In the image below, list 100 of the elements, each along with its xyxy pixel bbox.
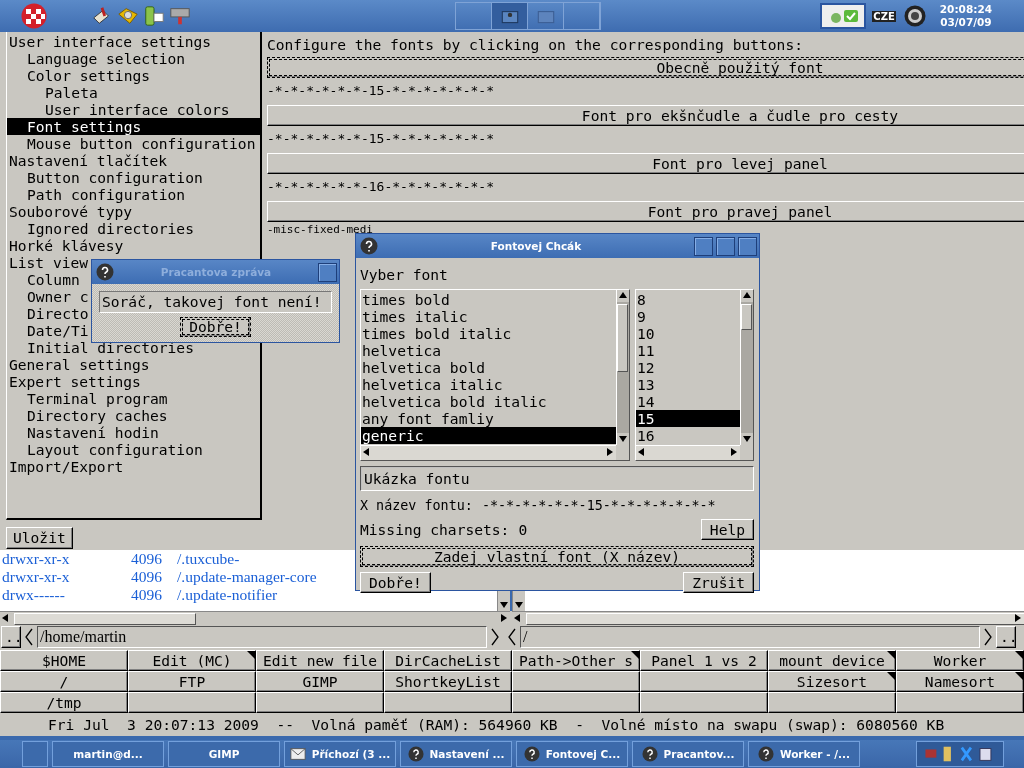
checkered-ball-icon[interactable] — [21, 3, 47, 29]
list-item[interactable]: 10 — [636, 325, 740, 342]
cancel-button[interactable]: Zrušit — [683, 572, 754, 593]
ok-button[interactable]: Dobře! — [180, 317, 251, 337]
command-button[interactable]: /tmp — [0, 692, 128, 713]
command-button[interactable]: Edit new file — [256, 650, 384, 671]
chevron-left-icon[interactable] — [507, 626, 517, 647]
command-button[interactable]: Worker — [896, 650, 1024, 671]
file-size[interactable]: 4096 — [131, 550, 177, 568]
vertical-scrollbar[interactable] — [740, 290, 753, 445]
list-item[interactable]: times italic — [361, 308, 616, 325]
tray-icons[interactable] — [916, 741, 1004, 767]
command-button[interactable]: Path->Other s — [512, 650, 640, 671]
save-button[interactable]: Uložit — [6, 527, 73, 549]
command-button[interactable] — [640, 692, 768, 713]
command-button[interactable]: ShortkeyList — [384, 671, 512, 692]
speaker-icon[interactable] — [903, 5, 926, 27]
custom-font-button[interactable]: Zadej vlastní font (X název) — [360, 546, 754, 567]
tree-item[interactable]: Path configuration — [7, 186, 260, 203]
file-name[interactable]: /.update-manager-core — [177, 568, 317, 586]
list-item[interactable]: 9 — [636, 308, 740, 325]
tree-item[interactable]: Mouse button configuration — [7, 135, 260, 152]
keyboard-layout[interactable]: CZE — [872, 10, 896, 22]
command-button[interactable]: / — [0, 671, 128, 692]
command-button[interactable]: FTP — [128, 671, 256, 692]
tree-item[interactable]: Layout configuration — [7, 441, 260, 458]
list-item[interactable]: 12 — [636, 359, 740, 376]
list-item[interactable]: 14 — [636, 393, 740, 410]
taskbar-button[interactable]: Worker - /... — [748, 741, 860, 767]
taskbar-button[interactable]: Příchozí (3 ... — [284, 741, 396, 767]
command-button[interactable]: Edit (MC) — [128, 650, 256, 671]
horizontal-scrollbar[interactable] — [512, 611, 1024, 624]
font-button[interactable]: Obecně použitý font — [267, 57, 1024, 78]
tree-item[interactable]: Terminal program — [7, 390, 260, 407]
command-button[interactable] — [128, 692, 256, 713]
command-button[interactable]: $HOME — [0, 650, 128, 671]
list-item[interactable]: times bold italic — [361, 325, 616, 342]
list-item[interactable]: generic — [361, 427, 616, 444]
file-permissions[interactable]: drwxr-xr-x — [0, 550, 131, 568]
taskbar-button[interactable]: GIMP — [168, 741, 280, 767]
tree-item[interactable]: Paleta — [7, 84, 260, 101]
help-button[interactable]: Help — [700, 519, 754, 540]
chevron-right-icon[interactable] — [983, 626, 993, 647]
list-item[interactable]: any font famliy — [361, 410, 616, 427]
list-item[interactable]: 8 — [636, 291, 740, 308]
list-item[interactable]: 13 — [636, 376, 740, 393]
command-button[interactable] — [640, 671, 768, 692]
command-button[interactable]: mount device — [768, 650, 896, 671]
file-permissions[interactable]: drwx------ — [0, 586, 131, 604]
phone-mail-icon[interactable] — [143, 5, 165, 27]
file-size[interactable]: 4096 — [131, 568, 177, 586]
ok-button[interactable]: Dobře! — [360, 572, 431, 593]
font-button[interactable]: Font pro levej panel — [267, 153, 1024, 174]
command-button[interactable]: Sizesort — [768, 671, 896, 692]
tree-item[interactable]: Nastavení hodin — [7, 424, 260, 441]
file-name[interactable]: /.update-notifier — [177, 586, 278, 604]
list-item[interactable]: 15 — [636, 410, 740, 427]
list-item[interactable]: 16 — [636, 427, 740, 444]
command-button[interactable] — [512, 671, 640, 692]
tree-item[interactable]: Nastavení tlačítek — [7, 152, 260, 169]
command-button[interactable] — [512, 692, 640, 713]
taskbar-button[interactable]: Fontovej C... — [516, 741, 628, 767]
tree-item[interactable]: Import/Export — [7, 458, 260, 475]
taskbar-button[interactable]: martin@d... — [52, 741, 164, 767]
list-item[interactable]: helvetica bold — [361, 359, 616, 376]
command-button[interactable]: Panel 1 vs 2 — [640, 650, 768, 671]
list-item[interactable]: helvetica bold italic — [361, 393, 616, 410]
command-button[interactable]: Namesort — [896, 671, 1024, 692]
chevron-right-icon[interactable] — [490, 626, 500, 647]
path-field[interactable]: /home/martin — [37, 625, 487, 648]
tree-item[interactable]: User interface settings — [7, 33, 260, 50]
tree-item[interactable]: Expert settings — [7, 373, 260, 390]
tree-item[interactable]: Button configuration — [7, 169, 260, 186]
command-button[interactable] — [256, 692, 384, 713]
taskbar-button[interactable]: Nastavení ... — [400, 741, 512, 767]
parent-dir-button[interactable]: .. — [1, 625, 21, 648]
tree-item[interactable]: General settings — [7, 356, 260, 373]
tree-item[interactable]: User interface colors — [7, 101, 260, 118]
minimize-button[interactable] — [694, 236, 713, 256]
tree-item[interactable]: Font settings — [7, 118, 260, 135]
taskbar-button[interactable]: Pracantov... — [632, 741, 744, 767]
tree-item[interactable]: Horké klávesy — [7, 237, 260, 254]
command-button[interactable] — [384, 692, 512, 713]
tree-item[interactable]: Souborové typy — [7, 203, 260, 220]
font-button[interactable]: Font pro pravej panel — [267, 201, 1024, 222]
tree-item[interactable]: Color settings — [7, 67, 260, 84]
command-button[interactable] — [768, 692, 896, 713]
list-item[interactable]: 11 — [636, 342, 740, 359]
list-item[interactable]: times bold — [361, 291, 616, 308]
horizontal-scrollbar[interactable] — [0, 611, 510, 624]
maximize-button[interactable] — [716, 236, 735, 256]
path-field[interactable]: / — [520, 625, 980, 648]
command-button[interactable]: GIMP — [256, 671, 384, 692]
command-button[interactable]: DirCacheList — [384, 650, 512, 671]
tree-item[interactable]: Directory caches — [7, 407, 260, 424]
close-button[interactable] — [738, 236, 757, 256]
status-icons[interactable] — [820, 3, 867, 29]
file-size[interactable]: 4096 — [131, 586, 177, 604]
parent-dir-button[interactable]: .. — [996, 625, 1016, 648]
tree-item[interactable]: Language selection — [7, 50, 260, 67]
